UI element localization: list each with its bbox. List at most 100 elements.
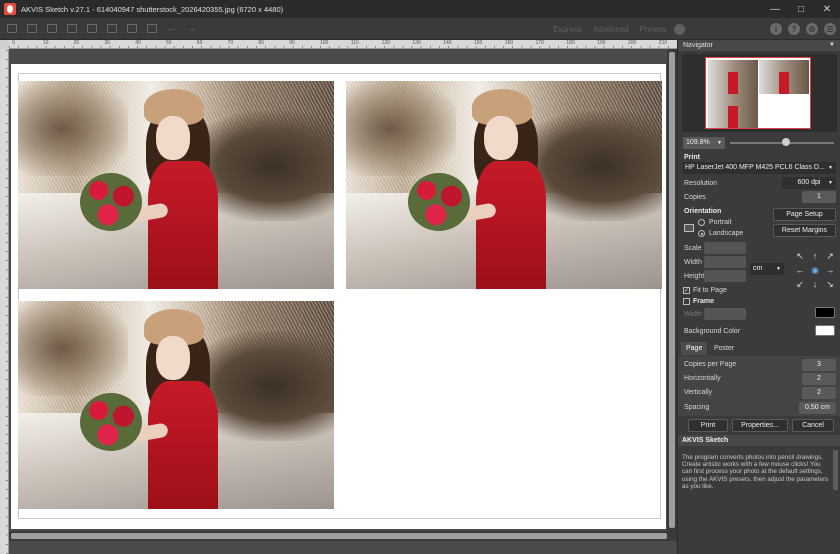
landscape-radio[interactable] [698, 230, 705, 237]
scale-input[interactable] [704, 242, 746, 254]
copies-input[interactable]: 1 [802, 191, 836, 203]
undo-icon[interactable]: ← [164, 22, 180, 36]
open-icon[interactable] [4, 22, 20, 36]
maximize-button[interactable]: □ [788, 0, 814, 18]
frame-label: Frame [693, 298, 715, 305]
tab-poster[interactable]: Poster [709, 342, 739, 355]
mode-advanced[interactable]: Advanced [593, 25, 629, 34]
reset-margins-button[interactable]: Reset Margins [773, 224, 836, 237]
sketch-copy-3 [18, 301, 334, 509]
ruler-label: 190 [597, 40, 606, 46]
portrait-radio[interactable] [698, 219, 705, 226]
crop-icon[interactable] [124, 22, 140, 36]
batch-icon[interactable] [84, 22, 100, 36]
window-controls: — □ ✕ [762, 0, 840, 18]
ruler-label: 100 [320, 40, 329, 46]
ruler-label: 110 [350, 40, 359, 46]
print-icon[interactable] [64, 22, 80, 36]
zoom-slider-knob[interactable] [782, 138, 790, 146]
vertical-scroll-thumb[interactable] [669, 52, 675, 528]
align-left-icon[interactable]: ← [794, 264, 806, 276]
print-section-title: Print [684, 154, 700, 161]
width-input[interactable] [704, 256, 746, 268]
vertical-ruler [0, 49, 9, 554]
help-panel: The program converts photos into pencil … [678, 446, 840, 554]
horizontal-ruler: 0 10 20 30 40 50 60 70 80 90 100 110 120 130 140 150 160… [9, 40, 698, 49]
feed-icon[interactable]: ☰ [824, 23, 836, 35]
vertical-scrollbar[interactable] [667, 49, 677, 531]
run-icon[interactable] [673, 23, 685, 35]
ruler-label: 60 [196, 40, 203, 46]
minimize-button[interactable]: — [762, 0, 788, 18]
horizontal-scroll-thumb[interactable] [11, 533, 667, 539]
alignment-arrows: ↖ ↑ ↗ ← ◉ → ↙ ↓ ↘ [794, 250, 836, 292]
save-as-icon[interactable] [44, 22, 60, 36]
printer-select[interactable]: HP LaserJet 400 MFP M425 PCL6 Class D...… [682, 162, 836, 174]
help-scrollbar[interactable] [833, 450, 838, 490]
frame-width-input[interactable] [704, 308, 746, 320]
align-bottom-left-icon[interactable]: ↙ [794, 278, 806, 290]
right-toolbar: i ? ⚙ ☰ [764, 18, 836, 40]
background-color-swatch[interactable] [815, 325, 835, 336]
share-icon[interactable] [104, 22, 120, 36]
zoom-select[interactable]: 109.8% ▼ [683, 137, 725, 149]
frame-color-swatch[interactable] [815, 307, 835, 318]
page-setup-button[interactable]: Page Setup [773, 208, 836, 221]
save-icon[interactable] [24, 22, 40, 36]
navigator-viewport-frame[interactable] [705, 57, 811, 129]
resolution-select[interactable]: 600 dpi ▼ [782, 177, 836, 189]
ruler-label: 170 [535, 40, 544, 46]
fit-to-page-checkbox[interactable]: ✓ [683, 287, 690, 294]
resolution-label: Resolution [684, 180, 718, 187]
mode-presets[interactable]: Presets [640, 25, 667, 34]
ruler-label: 140 [443, 40, 452, 46]
frame-checkbox[interactable] [683, 298, 690, 305]
width-label: Width [684, 259, 702, 266]
ruler-label: 0 [12, 40, 15, 46]
spacing-label: Spacing [684, 404, 710, 411]
orientation-title: Orientation [684, 208, 722, 215]
vertically-input[interactable]: 2 [802, 387, 836, 399]
horizontally-input[interactable]: 2 [802, 373, 836, 385]
page-tab-pane: Copies per Page 3 Horizontally 2 Vertica… [678, 356, 840, 416]
height-input[interactable] [704, 270, 746, 282]
copies-per-page-input[interactable]: 3 [802, 359, 836, 371]
info-icon[interactable]: i [770, 23, 782, 35]
ruler-label: 80 [258, 40, 264, 46]
spacing-input[interactable]: 0,50 cm [799, 402, 836, 414]
app-logo-icon [4, 3, 16, 15]
tab-page[interactable]: Page [681, 342, 708, 355]
background-color-label: Background Color [684, 328, 741, 335]
navigator-preview[interactable] [682, 54, 837, 132]
cancel-button[interactable]: Cancel [792, 419, 834, 432]
apply-icon[interactable] [144, 22, 160, 36]
align-bottom-icon[interactable]: ↓ [809, 278, 821, 290]
align-top-icon[interactable]: ↑ [809, 250, 821, 262]
ruler-label: 20 [73, 40, 80, 46]
mode-express[interactable]: Express [553, 25, 582, 34]
unit-select[interactable]: cm ▼ [750, 263, 784, 275]
align-right-icon[interactable]: → [824, 264, 836, 276]
align-bottom-right-icon[interactable]: ↘ [824, 278, 836, 290]
ruler-label: 150 [474, 40, 483, 46]
help-title: AKVIS Sketch [678, 435, 840, 446]
ruler-label: 10 [42, 40, 49, 46]
print-button[interactable]: Print [688, 419, 728, 432]
properties-button[interactable]: Properties... [732, 419, 788, 432]
help-text: The program converts photos into pencil … [682, 454, 829, 490]
close-button[interactable]: ✕ [814, 0, 840, 18]
title-bar: AKVIS Sketch v.27.1 - 614040947 shutters… [0, 0, 840, 18]
collapse-icon[interactable]: ▼ [829, 40, 835, 51]
redo-icon[interactable]: → [184, 22, 200, 36]
ruler-label: 50 [166, 40, 172, 46]
ruler-label: 160 [504, 40, 514, 46]
align-top-left-icon[interactable]: ↖ [794, 250, 806, 262]
horizontal-scrollbar[interactable] [9, 531, 677, 541]
copies-label: Copies [684, 194, 706, 201]
settings-icon[interactable]: ⚙ [806, 23, 818, 35]
align-center-icon[interactable]: ◉ [809, 264, 821, 276]
ruler-label: 70 [227, 40, 234, 46]
align-top-right-icon[interactable]: ↗ [824, 250, 836, 262]
height-label: Height [684, 273, 705, 280]
help-icon[interactable]: ? [788, 23, 800, 35]
